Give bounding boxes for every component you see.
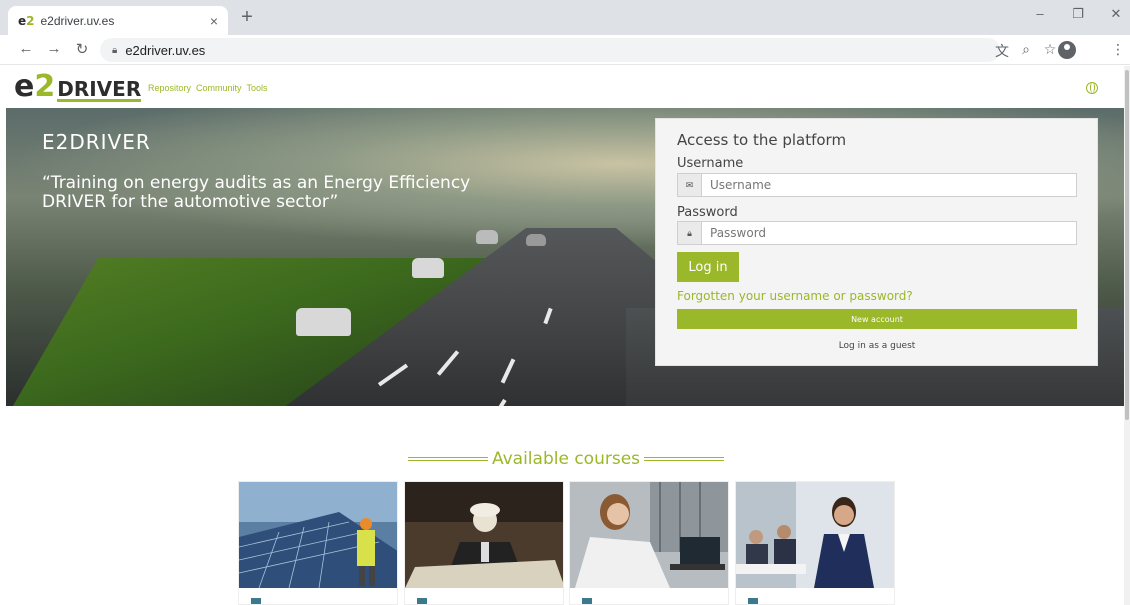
back-arrow-icon[interactable]: ← [16, 40, 36, 57]
login-button[interactable]: Log in [677, 252, 739, 282]
close-window-icon[interactable]: ✕ [1106, 6, 1126, 22]
tab-title: e2driver.uv.es [40, 13, 115, 28]
lock-icon: 🔒︎ [678, 222, 702, 244]
restore-icon[interactable]: ❐ [1068, 6, 1088, 22]
username-field: ✉ [677, 173, 1077, 197]
tab-close-icon[interactable]: × [210, 13, 218, 29]
nav-tools[interactable]: Tools [247, 83, 268, 93]
main-nav: Repository Community Tools [148, 83, 268, 93]
courses-heading: Available courses [406, 448, 726, 470]
lock-icon: 🔒︎ [112, 44, 118, 56]
course-card-engineer[interactable] [404, 481, 564, 605]
login-title: Access to the platform [677, 131, 847, 149]
course-card-solar[interactable] [238, 481, 398, 605]
course-category-icon [417, 598, 427, 604]
course-image-solar [239, 482, 397, 588]
language-globe-icon[interactable] [1086, 82, 1098, 94]
guest-login-button[interactable]: Log in as a guest [677, 339, 1077, 353]
nav-repository[interactable]: Repository [148, 83, 191, 93]
courses-heading-text: Available courses [491, 449, 641, 469]
username-label: Username [677, 156, 744, 171]
translate-icon[interactable]: 文 [992, 41, 1012, 61]
logo-2: 2 [34, 69, 56, 104]
car [296, 308, 351, 336]
address-bar[interactable]: 🔒︎ e2driver.uv.es [100, 38, 1000, 62]
password-field: 🔒︎ [677, 221, 1077, 245]
nav-community[interactable]: Community [196, 83, 242, 93]
course-category-icon [251, 598, 261, 604]
course-image-lab [570, 482, 728, 588]
course-image-business [736, 482, 894, 588]
site-header: e 2 DRIVER Repository Community Tools [0, 66, 1130, 108]
minimize-icon[interactable]: – [1030, 6, 1050, 21]
url-text: e2driver.uv.es [125, 42, 206, 58]
zoom-icon[interactable]: ⌕ [1016, 41, 1036, 58]
heading-line-right [644, 457, 725, 461]
hero-title: E2DRIVER [42, 130, 151, 154]
site-logo[interactable]: e 2 DRIVER [14, 69, 142, 104]
envelope-icon: ✉ [678, 174, 702, 196]
site-favicon-icon: e2 [18, 13, 35, 28]
course-category-icon [748, 598, 758, 604]
new-account-button[interactable]: New account [677, 309, 1077, 329]
car [526, 234, 546, 246]
course-card-business[interactable] [735, 481, 895, 605]
logo-driver: DRIVER [57, 77, 142, 102]
heading-line-left [407, 457, 488, 461]
new-tab-button[interactable]: + [236, 6, 258, 28]
password-label: Password [677, 205, 738, 220]
login-form: Access to the platform Username ✉ Passwo… [655, 118, 1098, 366]
menu-kebab-icon[interactable]: ⋮ [1108, 41, 1128, 58]
forward-arrow-icon[interactable]: → [44, 40, 64, 57]
username-input[interactable] [702, 174, 1072, 196]
profile-avatar-icon[interactable] [1058, 41, 1076, 59]
browser-tab[interactable]: e2 e2driver.uv.es × [8, 6, 228, 35]
course-image-engineer [405, 482, 563, 588]
browser-toolbar: ← → ↻ 🔒︎ e2driver.uv.es 文 ⌕ ☆ ⋮ [0, 35, 1130, 65]
reload-icon[interactable]: ↻ [72, 40, 92, 58]
browser-tabbar: e2 e2driver.uv.es × + – ❐ ✕ [0, 0, 1130, 35]
car [412, 258, 444, 278]
course-category-icon [582, 598, 592, 604]
password-input[interactable] [702, 222, 1072, 244]
car [476, 230, 498, 244]
forgot-password-link[interactable]: Forgotten your username or password? [677, 289, 913, 303]
course-card-lab[interactable] [569, 481, 729, 605]
hero-quote: “Training on energy audits as an Energy … [42, 173, 471, 212]
bookmark-star-icon[interactable]: ☆ [1040, 41, 1060, 58]
scrollbar-thumb[interactable] [1125, 70, 1129, 420]
logo-e: e [14, 69, 35, 104]
